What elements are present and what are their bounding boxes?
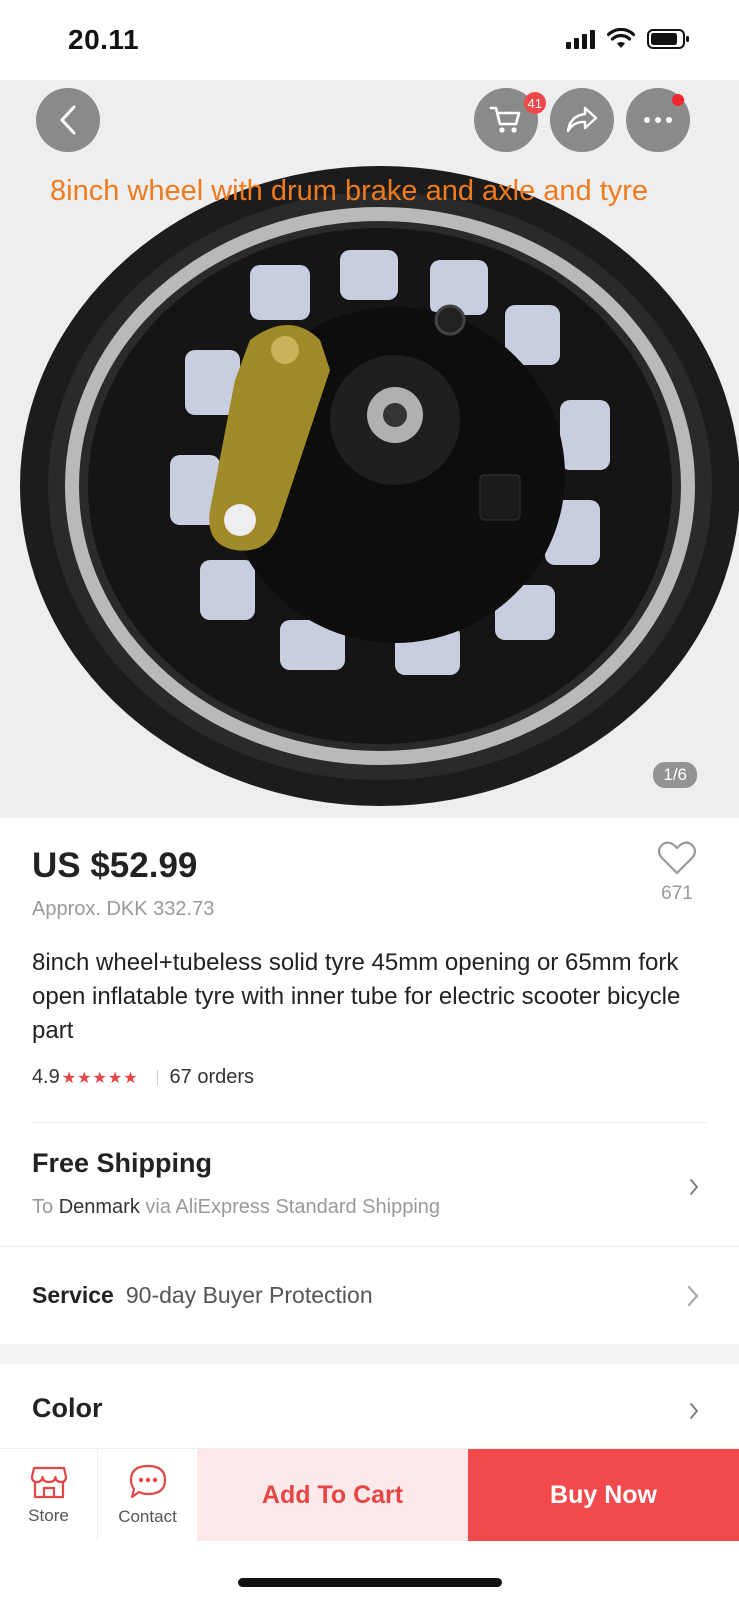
more-button[interactable] [626,88,690,152]
image-caption: 8inch wheel with drum brake and axle and… [50,175,649,207]
service-text: Service 90-day Buyer Protection [32,1282,373,1309]
rating-stars: ★★★★★ [61,1069,139,1087]
cart-icon [489,106,521,133]
price: US $52.99 [32,846,198,885]
buy-now-button[interactable]: Buy Now [468,1449,739,1541]
service-value: 90-day Buyer Protection [125,1282,373,1308]
signal-icon [566,29,595,49]
status-icons [566,28,691,50]
service-label: Service [32,1282,114,1308]
cart-button[interactable]: 41 [474,88,546,152]
back-button[interactable] [36,88,100,152]
add-to-cart-button[interactable]: Add To Cart [197,1449,468,1541]
share-icon [566,106,598,133]
bottom-action-bar: Store Contact Add To Cart Buy Now [0,1448,739,1541]
image-page-indicator: 1/6 [653,762,697,788]
shipping-subtitle: To Denmark via AliExpress Standard Shipp… [32,1196,440,1219]
share-button[interactable] [550,88,614,152]
approx-price: Approx. DKK 332.73 [32,898,215,920]
contact-button[interactable]: Contact [98,1449,197,1541]
orders-count: 67 orders [169,1066,255,1088]
divider [156,1069,158,1086]
more-icon [644,117,672,123]
section-gap [0,1344,739,1364]
chevron-right-icon [690,1179,699,1195]
product-image[interactable]: 8inch wheel with drum brake and axle and… [0,80,739,818]
chat-icon [129,1464,166,1499]
status-time: 20.11 [68,24,140,55]
wishlist-count: 671 [661,883,693,904]
notification-dot [672,94,684,106]
shipping-method: via AliExpress Standard Shipping [145,1196,441,1218]
rating-value: 4.9 [32,1066,60,1088]
battery-icon [647,29,689,49]
rating-row[interactable]: 4.9 ★★★★★ 67 orders [32,1066,254,1089]
divider [0,1246,739,1247]
contact-label: Contact [118,1507,177,1526]
store-label: Store [28,1506,69,1525]
wishlist-button[interactable]: 671 [647,840,707,905]
chevron-right-icon [687,1285,699,1307]
shipping-title: Free Shipping [32,1148,213,1178]
wifi-icon [607,28,635,48]
divider [32,1122,707,1123]
cart-count-badge: 41 [523,92,546,114]
product-title: 8inch wheel+tubeless solid tyre 45mm ope… [32,949,681,1044]
color-label: Color [32,1393,103,1423]
store-icon [30,1466,67,1499]
status-bar: 20.11 [0,0,739,80]
chevron-right-icon [690,1403,699,1419]
store-button[interactable]: Store [0,1449,97,1541]
home-indicator [238,1578,502,1587]
heart-icon [657,841,697,875]
back-icon [60,105,76,135]
shipping-destination: Denmark [58,1196,140,1218]
shipping-to-label: To [32,1196,54,1218]
